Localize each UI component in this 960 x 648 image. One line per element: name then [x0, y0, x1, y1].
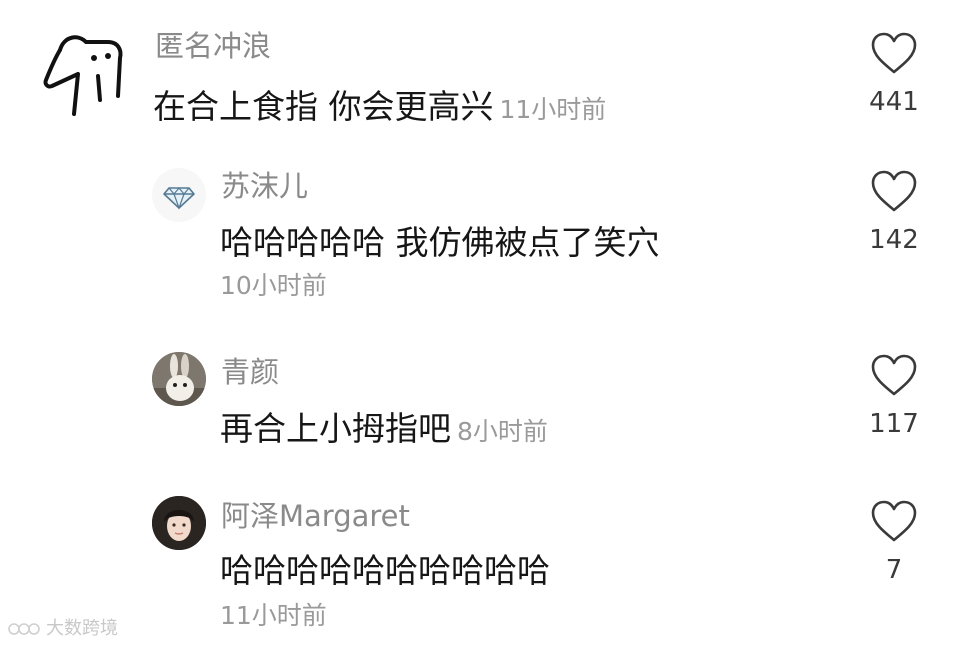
rabbit-photo-icon [152, 352, 206, 406]
like-count: 117 [869, 409, 919, 439]
heart-outline-icon [871, 32, 917, 74]
comment-author[interactable]: 苏沫儿 [221, 168, 308, 204]
comment-item: 阿泽Margaret 哈哈哈哈哈哈哈哈哈哈 11小时前 7 [0, 480, 960, 648]
comment-time: 10小时前 [220, 271, 327, 300]
girl-photo-icon [152, 496, 206, 550]
comment-body[interactable]: 哈哈哈哈哈哈哈哈哈哈 [220, 550, 550, 592]
comment-text[interactable]: 在合上食指 你会更高兴 11小时前 [153, 86, 606, 128]
comment-body[interactable]: 哈哈哈哈哈 我仿佛被点了笑穴 [220, 222, 660, 264]
like-count: 7 [885, 555, 903, 585]
comment-body: 在合上食指 你会更高兴 [153, 87, 494, 126]
avatar[interactable] [38, 30, 128, 120]
watermark-logo-icon [8, 623, 40, 635]
watermark-text: 大数跨境 [46, 618, 118, 639]
like-button[interactable]: 142 [862, 168, 926, 256]
like-count: 142 [869, 225, 919, 255]
like-button[interactable]: 117 [862, 352, 926, 440]
like-count: 441 [869, 87, 919, 117]
heart-outline-icon [871, 500, 917, 542]
heart-outline-icon [871, 354, 917, 396]
heart-outline-icon [871, 170, 917, 212]
comment-text[interactable]: 再合上小拇指吧 8小时前 [220, 408, 548, 450]
like-button[interactable]: 7 [862, 498, 926, 586]
comment-item: 匿名冲浪 在合上食指 你会更高兴 11小时前 441 [0, 0, 960, 150]
comment-author[interactable]: 匿名冲浪 [155, 28, 271, 64]
comment-time: 8小时前 [457, 417, 548, 446]
comment-item: 青颜 再合上小拇指吧 8小时前 117 [0, 330, 960, 480]
avatar[interactable] [152, 496, 206, 550]
diamond-icon [163, 187, 195, 210]
like-button[interactable]: 441 [862, 30, 926, 118]
comment-author[interactable]: 青颜 [221, 354, 279, 390]
dog-sketch-icon [43, 35, 123, 116]
watermark: 大数跨境 [8, 614, 118, 640]
avatar[interactable] [152, 168, 206, 222]
comment-time: 11小时前 [499, 95, 607, 124]
comment-author[interactable]: 阿泽Margaret [221, 498, 410, 534]
comment-body: 再合上小拇指吧 [220, 409, 451, 448]
avatar[interactable] [152, 352, 206, 406]
comment-time: 11小时前 [220, 601, 327, 630]
comment-item: 苏沫儿 哈哈哈哈哈 我仿佛被点了笑穴 10小时前 142 [0, 150, 960, 330]
